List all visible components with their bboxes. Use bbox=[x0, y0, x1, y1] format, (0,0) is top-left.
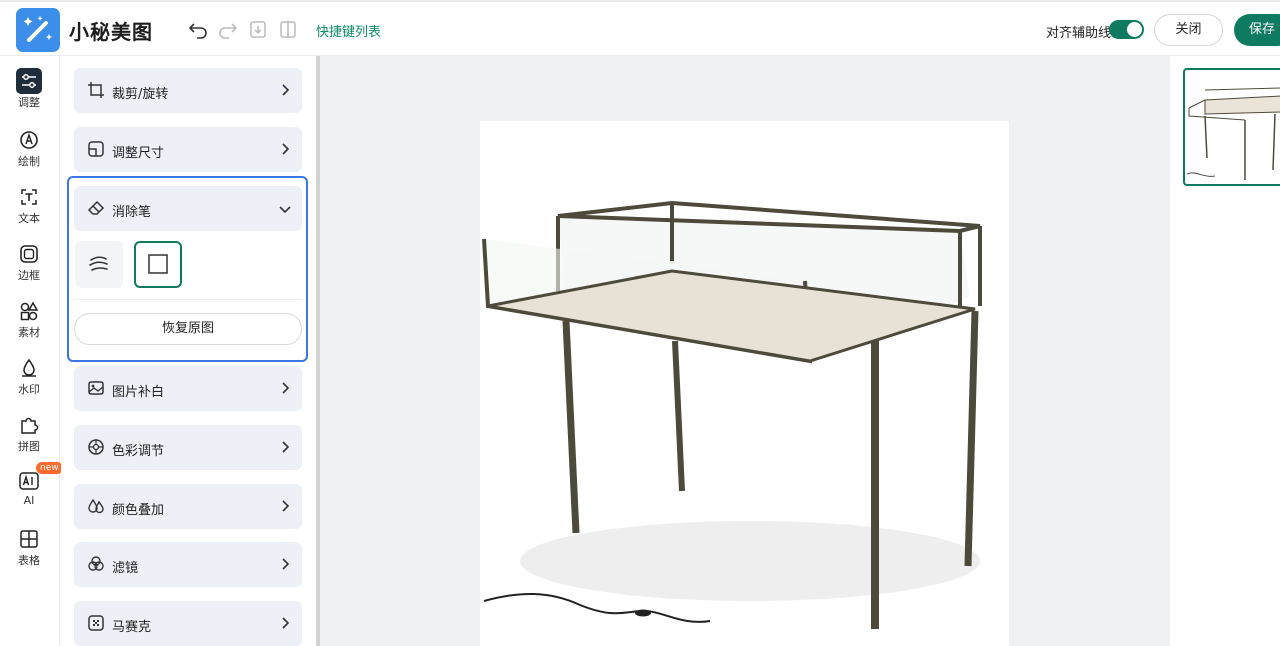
magic-wand-icon bbox=[23, 16, 52, 42]
resize-icon bbox=[88, 141, 104, 157]
chevron-right-icon bbox=[282, 441, 290, 453]
mosaic-icon bbox=[88, 615, 104, 631]
color-wheel-icon bbox=[88, 439, 104, 455]
chevron-right-icon bbox=[282, 617, 290, 629]
new-badge: new bbox=[36, 462, 63, 474]
tool-label: 图片补白 bbox=[112, 385, 165, 400]
rail-label: 调整 bbox=[18, 96, 40, 109]
pen-icon bbox=[20, 131, 38, 149]
tool-label: 调整尺寸 bbox=[112, 146, 165, 161]
border-icon bbox=[20, 245, 38, 263]
image-fill-icon bbox=[88, 381, 104, 395]
rectangle-mode-button[interactable] bbox=[134, 241, 182, 288]
watermark-icon bbox=[22, 358, 36, 377]
tool-label: 马赛克 bbox=[112, 620, 152, 635]
rail-item-border[interactable]: 边框 bbox=[0, 241, 58, 283]
crop-icon bbox=[88, 82, 104, 98]
tool-category-rail: 调整 绘制 文本 边框 素材 水印 拼图 new AI 表格 bbox=[0, 56, 63, 646]
tool-label: 消除笔 bbox=[112, 205, 152, 220]
page-thumbnail[interactable] bbox=[1183, 68, 1280, 186]
close-button[interactable]: 关闭 bbox=[1154, 14, 1223, 46]
top-bar: 小秘美图 快捷键列表 对齐辅助线 关闭 保存 bbox=[0, 0, 1280, 56]
rail-item-watermark[interactable]: 水印 bbox=[0, 355, 58, 397]
align-guides-toggle[interactable] bbox=[1109, 20, 1144, 39]
tool-label: 滤镜 bbox=[112, 561, 139, 576]
chevron-down-icon bbox=[279, 206, 291, 214]
rail-label: 表格 bbox=[18, 554, 40, 567]
brush-stroke-icon bbox=[89, 256, 108, 271]
rail-item-ai[interactable]: new AI bbox=[0, 462, 63, 507]
rail-label: AI bbox=[23, 494, 35, 507]
app-logo bbox=[16, 8, 60, 52]
tool-filter[interactable]: 滤镜 bbox=[74, 542, 302, 587]
rail-item-adjust[interactable]: 调整 bbox=[0, 68, 58, 110]
product-photo-display-table[interactable] bbox=[480, 121, 1009, 646]
chevron-right-icon bbox=[282, 143, 290, 155]
shortcut-list-link[interactable]: 快捷键列表 bbox=[316, 21, 381, 40]
tool-crop-rotate[interactable]: 裁剪/旋转 bbox=[74, 68, 302, 113]
filter-icon bbox=[88, 556, 104, 571]
compare-icon[interactable] bbox=[277, 18, 299, 40]
rail-label: 边框 bbox=[18, 269, 40, 282]
text-icon bbox=[21, 189, 37, 205]
tool-eraser[interactable]: 消除笔 bbox=[74, 186, 302, 231]
divider bbox=[74, 299, 302, 300]
tool-color-overlay[interactable]: 颜色叠加 bbox=[74, 484, 302, 529]
align-guides-label: 对齐辅助线 bbox=[1046, 26, 1112, 41]
eraser-icon bbox=[87, 200, 105, 215]
chevron-right-icon bbox=[282, 84, 290, 96]
rectangle-select-icon bbox=[148, 254, 168, 274]
toggle-knob bbox=[1127, 22, 1142, 37]
rail-item-draw[interactable]: 绘制 bbox=[0, 127, 58, 169]
brush-mode-button[interactable] bbox=[75, 241, 123, 288]
tool-label: 色彩调节 bbox=[112, 444, 165, 459]
restore-original-button[interactable]: 恢复原图 bbox=[74, 313, 302, 345]
color-overlay-icon bbox=[88, 498, 104, 514]
chevron-right-icon bbox=[282, 382, 290, 394]
rail-item-table[interactable]: 表格 bbox=[0, 526, 58, 568]
chevron-right-icon bbox=[282, 500, 290, 512]
tool-resize[interactable]: 调整尺寸 bbox=[74, 127, 302, 172]
rail-item-text[interactable]: 文本 bbox=[0, 184, 58, 226]
tool-color-adjust[interactable]: 色彩调节 bbox=[74, 425, 302, 470]
save-button[interactable]: 保存 bbox=[1234, 14, 1280, 46]
table-icon bbox=[20, 530, 38, 548]
shapes-icon bbox=[20, 301, 39, 321]
app-title: 小秘美图 bbox=[69, 20, 153, 44]
puzzle-icon bbox=[21, 417, 39, 434]
export-icon[interactable] bbox=[247, 18, 269, 40]
rail-label: 素材 bbox=[18, 326, 40, 339]
chevron-right-icon bbox=[282, 558, 290, 570]
tool-label: 颜色叠加 bbox=[112, 503, 165, 518]
sliders-icon bbox=[16, 68, 42, 94]
rail-label: 绘制 bbox=[18, 155, 40, 168]
undo-icon[interactable] bbox=[187, 18, 209, 40]
tool-label: 裁剪/旋转 bbox=[112, 87, 169, 102]
tool-mosaic[interactable]: 马赛克 bbox=[74, 601, 302, 646]
redo-icon[interactable] bbox=[217, 18, 239, 40]
rail-label: 水印 bbox=[18, 383, 40, 396]
rail-label: 文本 bbox=[18, 212, 40, 225]
tool-image-padding[interactable]: 图片补白 bbox=[74, 366, 302, 411]
rail-label: 拼图 bbox=[18, 440, 40, 453]
rail-item-collage[interactable]: 拼图 bbox=[0, 412, 58, 454]
rail-item-material[interactable]: 素材 bbox=[0, 298, 58, 340]
